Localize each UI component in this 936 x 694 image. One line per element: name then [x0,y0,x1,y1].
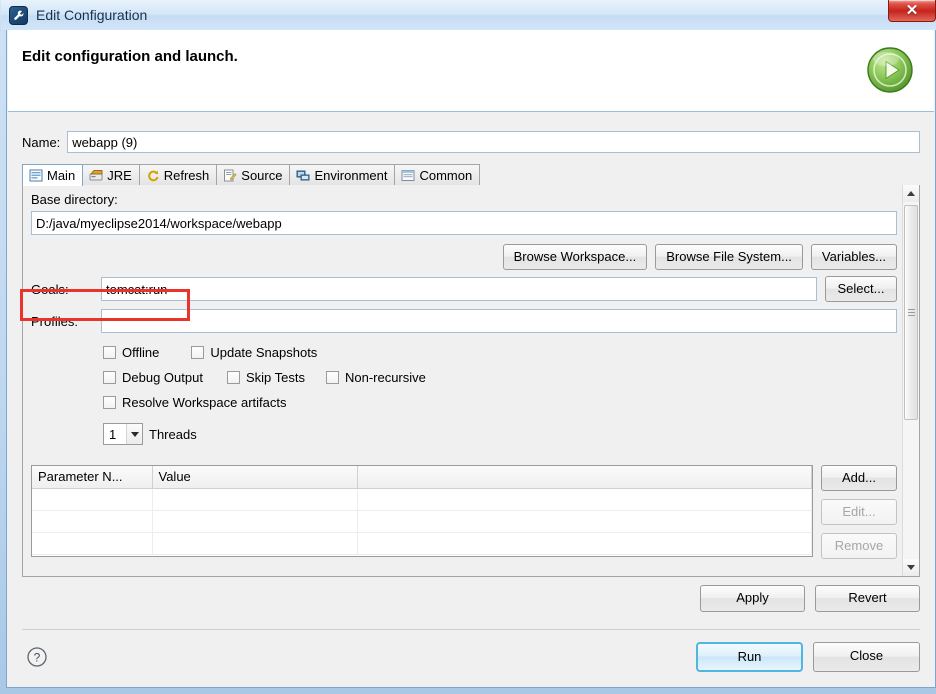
green-run-play-icon [864,44,916,96]
threads-row: 1 Threads [103,420,897,448]
checkbox-row-1: Offline Update Snapshots [103,340,897,365]
debug-output-label: Debug Output [122,370,203,385]
non-recursive-label: Non-recursive [344,370,426,385]
threads-label: Threads [149,426,197,442]
wrench-icon [9,5,28,25]
close-window-button[interactable]: ✕ [888,0,936,22]
name-row: Name: [22,131,920,153]
main-tab-content: Base directory: Browse Workspace... Brow… [23,185,901,576]
scroll-down-icon[interactable] [903,559,919,576]
close-icon: ✕ [905,2,919,19]
panel-scrollbar[interactable] [902,185,919,576]
apply-revert-row: Apply Revert [700,585,920,612]
close-button[interactable]: Close [813,642,920,672]
run-button[interactable]: Run [696,642,803,672]
base-directory-label: Base directory: [31,192,118,207]
tab-source[interactable]: Source [216,164,291,185]
directory-buttons-row: Browse Workspace... Browse File System..… [502,244,897,270]
help-question-icon[interactable]: ? [26,646,48,668]
parameters-table-wrapper: Parameter N... Value [31,465,813,557]
tab-environment[interactable]: Environment [289,164,396,185]
jre-tab-icon [89,169,103,182]
column-header-parameter-name[interactable]: Parameter N... [32,466,153,489]
tab-source-label: Source [241,167,283,183]
threads-value: 1 [109,426,117,442]
name-label: Name: [22,134,61,150]
checkbox-row-3: Resolve Workspace artifacts [103,390,897,415]
checkbox-row-2: Debug Output Skip Tests Non-recursive [103,365,897,390]
tab-main-label: Main [47,168,76,183]
tab-main[interactable]: Main [22,164,84,186]
revert-button[interactable]: Revert [815,585,920,612]
parameters-table: Parameter N... Value [32,466,812,555]
variables-button[interactable]: Variables... [810,244,897,270]
goals-label: Goals: [31,282,69,297]
table-row[interactable] [32,510,812,533]
title-bar[interactable]: Edit Configuration ✕ [1,0,936,30]
dialog-header: Edit configuration and launch. [8,30,934,112]
offline-checkbox[interactable] [103,346,116,359]
name-input[interactable] [67,131,920,153]
remove-parameter-button: Remove [821,533,897,559]
main-tab-panel: Base directory: Browse Workspace... Brow… [22,185,920,577]
tab-jre-label: JRE [107,167,132,183]
resolve-workspace-artifacts-label: Resolve Workspace artifacts [122,395,287,410]
profiles-label: Profiles: [31,314,78,329]
goals-select-button[interactable]: Select... [825,276,897,302]
tab-refresh[interactable]: Refresh [138,164,218,185]
table-buttons-group: Add... Edit... Remove [821,465,897,567]
apply-button[interactable]: Apply [700,585,805,612]
scroll-up-icon[interactable] [903,185,919,202]
footer-divider [22,629,920,630]
offline-label: Offline [122,345,160,360]
update-snapshots-label: Update Snapshots [210,345,318,360]
tab-environment-label: Environment [314,167,388,183]
update-snapshots-checkbox[interactable] [191,346,205,359]
goals-input[interactable] [101,277,817,301]
column-header-extra[interactable] [357,466,812,489]
column-header-value[interactable]: Value [152,466,358,489]
table-row[interactable] [32,488,812,511]
add-parameter-button[interactable]: Add... [821,465,897,491]
edit-configuration-dialog: Edit Configuration ✕ Edit configuration … [1,0,936,688]
tab-common-label: Common [419,167,473,183]
footer-buttons: Run Close [696,642,920,672]
source-tab-icon [223,169,237,182]
edit-parameter-button: Edit... [821,499,897,525]
tab-refresh-label: Refresh [163,167,210,183]
base-directory-input[interactable] [31,211,897,235]
tab-bar: Main JRE Refresh Source Environment Comm… [22,164,920,186]
table-header-row: Parameter N... Value [32,466,812,489]
options-checkbox-group: Offline Update Snapshots Debug Output Sk… [103,340,897,448]
threads-stepper[interactable]: 1 [103,423,143,445]
scrollbar-thumb[interactable] [904,205,918,420]
chevron-down-icon[interactable] [126,424,142,444]
page-title: Edit configuration and launch. [22,48,238,65]
skip-tests-label: Skip Tests [245,370,305,385]
non-recursive-checkbox[interactable] [325,371,339,384]
profiles-input[interactable] [101,309,897,333]
dialog-body: Name: Main JRE Refresh [8,113,934,686]
browse-file-system-button[interactable]: Browse File System... [655,244,803,270]
refresh-tab-icon [146,169,160,182]
environment-tab-icon [296,169,310,182]
common-tab-icon [401,169,415,182]
resolve-workspace-artifacts-checkbox[interactable] [103,396,116,409]
debug-output-checkbox[interactable] [103,371,116,384]
table-row[interactable] [32,532,812,555]
main-tab-icon [29,169,43,182]
skip-tests-checkbox[interactable] [226,371,240,384]
svg-text:?: ? [34,651,41,665]
tab-common[interactable]: Common [394,164,481,185]
browse-workspace-button[interactable]: Browse Workspace... [502,244,648,270]
tab-jre[interactable]: JRE [82,164,140,185]
window-title: Edit Configuration [36,7,148,23]
scrollbar-grip-icon [908,308,915,318]
